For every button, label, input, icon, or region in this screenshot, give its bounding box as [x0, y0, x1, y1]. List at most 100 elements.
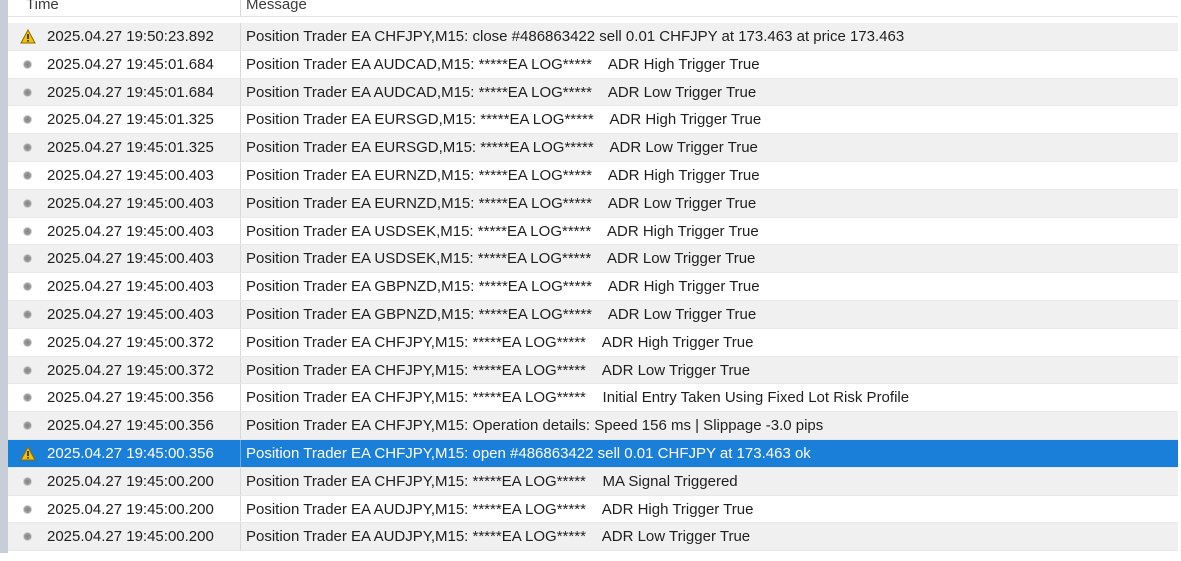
log-time: 2025.04.27 19:45:01.684 — [47, 83, 214, 101]
log-time: 2025.04.27 19:45:00.403 — [47, 278, 214, 296]
log-time: 2025.04.27 19:45:00.372 — [47, 361, 214, 379]
log-time: 2025.04.27 19:45:00.403 — [47, 222, 214, 240]
log-time: 2025.04.27 19:45:01.684 — [47, 55, 214, 73]
log-message: Position Trader EA AUDJPY,M15: *****EA L… — [246, 528, 751, 546]
info-dot-icon — [20, 307, 36, 323]
cell-divider — [240, 439, 241, 467]
column-header: Time Message — [8, 0, 1178, 17]
info-dot-icon — [20, 168, 36, 184]
log-time: 2025.04.27 19:45:01.325 — [47, 111, 214, 129]
log-entries-list: 2025.04.27 19:50:23.892 Position Trader E… — [8, 23, 1178, 552]
cell-divider — [240, 467, 241, 495]
log-time: 2025.04.27 19:45:00.200 — [47, 472, 214, 490]
log-message: Position Trader EA GBPNZD,M15: *****EA L… — [246, 305, 757, 323]
log-row[interactable]: 2025.04.27 19:45:00.372 Position Trader E… — [8, 328, 1178, 357]
log-row[interactable]: 2025.04.27 19:45:00.403 Position Trader E… — [8, 217, 1178, 246]
log-row[interactable]: 2025.04.27 19:45:00.403 Position Trader E… — [8, 273, 1178, 301]
info-dot-icon — [20, 140, 36, 156]
info-dot-icon — [20, 112, 36, 128]
log-message: Position Trader EA AUDCAD,M15: *****EA L… — [246, 55, 760, 73]
info-dot-icon — [20, 279, 36, 295]
log-row[interactable]: 2025.04.27 19:45:00.403 Position Trader E… — [8, 161, 1178, 190]
log-message: Position Trader EA CHFJPY,M15: *****EA L… — [246, 333, 754, 351]
log-message: Position Trader EA CHFJPY,M15: *****EA L… — [246, 472, 738, 490]
log-time: 2025.04.27 19:45:00.403 — [47, 166, 214, 184]
warning-icon — [20, 445, 36, 462]
warning-icon — [20, 29, 36, 45]
log-row[interactable]: 2025.04.27 19:45:00.403 Position Trader E… — [8, 300, 1178, 329]
log-row[interactable]: 2025.04.27 19:45:00.356 Position Trader E… — [8, 412, 1178, 440]
cell-divider — [240, 78, 241, 106]
column-header-message[interactable]: Message — [246, 0, 307, 13]
cell-divider — [240, 245, 241, 273]
log-row[interactable]: 2025.04.27 19:45:01.325 Position Trader E… — [8, 106, 1178, 135]
log-row[interactable]: 2025.04.27 19:45:00.403 Position Trader E… — [8, 189, 1178, 218]
log-time: 2025.04.27 19:50:23.892 — [47, 28, 214, 45]
log-message: Position Trader EA EURNZD,M15: *****EA L… — [246, 166, 760, 184]
log-row[interactable]: 2025.04.27 19:45:00.356 Position Trader E… — [8, 384, 1178, 413]
info-dot-icon — [20, 335, 36, 351]
column-divider[interactable] — [240, 0, 241, 16]
log-time: 2025.04.27 19:45:00.356 — [47, 417, 214, 435]
log-message: Position Trader EA EURSGD,M15: *****EA L… — [246, 139, 758, 157]
info-dot-icon — [20, 224, 36, 240]
log-row[interactable]: 2025.04.27 19:45:01.325 Position Trader E… — [8, 134, 1178, 162]
cell-divider — [240, 412, 241, 439]
log-time: 2025.04.27 19:45:01.325 — [47, 139, 214, 157]
log-message: Position Trader EA CHFJPY,M15: Operation… — [246, 417, 824, 435]
log-time: 2025.04.27 19:45:00.403 — [47, 250, 214, 268]
log-row[interactable]: 2025.04.27 19:45:00.356 Position Trader E… — [8, 439, 1178, 468]
log-message: Position Trader EA EURSGD,M15: *****EA L… — [246, 111, 762, 129]
log-time: 2025.04.27 19:45:00.200 — [47, 500, 214, 518]
log-message: Position Trader EA AUDCAD,M15: *****EA L… — [246, 83, 757, 101]
info-dot-icon — [20, 418, 36, 434]
log-time: 2025.04.27 19:45:00.356 — [47, 389, 214, 407]
log-row[interactable]: 2025.04.27 19:50:23.892 Position Trader E… — [8, 23, 1178, 51]
log-time: 2025.04.27 19:45:00.403 — [47, 305, 214, 323]
info-dot-icon — [20, 196, 36, 212]
cell-divider — [240, 384, 241, 412]
cell-divider — [240, 23, 241, 50]
log-message: Position Trader EA CHFJPY,M15: close #48… — [246, 28, 905, 45]
log-message: Position Trader EA CHFJPY,M15: *****EA L… — [246, 361, 751, 379]
info-dot-icon — [20, 363, 36, 379]
info-dot-icon — [20, 85, 36, 101]
log-row[interactable]: 2025.04.27 19:45:00.200 Position Trader E… — [8, 467, 1178, 496]
cell-divider — [240, 328, 241, 356]
log-message: Position Trader EA CHFJPY,M15: open #486… — [246, 444, 811, 462]
info-dot-icon — [20, 502, 36, 518]
log-row[interactable]: 2025.04.27 19:45:00.372 Position Trader E… — [8, 356, 1178, 385]
log-time: 2025.04.27 19:45:00.200 — [47, 528, 214, 546]
log-row[interactable]: 2025.04.27 19:45:00.200 Position Trader E… — [8, 495, 1178, 524]
cell-divider — [240, 189, 241, 217]
info-dot-icon — [20, 390, 36, 406]
log-message: Position Trader EA USDSEK,M15: *****EA L… — [246, 250, 756, 268]
log-row[interactable]: 2025.04.27 19:45:01.684 Position Trader E… — [8, 78, 1178, 107]
log-message: Position Trader EA GBPNZD,M15: *****EA L… — [246, 278, 760, 296]
info-dot-icon — [20, 57, 36, 73]
cell-divider — [240, 495, 241, 523]
info-dot-icon — [20, 251, 36, 267]
column-header-time[interactable]: Time — [26, 0, 59, 13]
journal-log-panel: Time Message 2025.04.27 19:50:23.892 Posi… — [8, 0, 1178, 553]
panel-left-edge — [0, 0, 8, 553]
log-time: 2025.04.27 19:45:00.403 — [47, 194, 214, 212]
cell-divider — [240, 273, 241, 300]
log-row[interactable]: 2025.04.27 19:45:01.684 Position Trader E… — [8, 50, 1178, 79]
log-row[interactable]: 2025.04.27 19:45:00.403 Position Trader E… — [8, 245, 1178, 274]
cell-divider — [240, 217, 241, 245]
log-message: Position Trader EA CHFJPY,M15: *****EA L… — [246, 389, 910, 407]
log-time: 2025.04.27 19:45:00.372 — [47, 333, 214, 351]
log-message: Position Trader EA AUDJPY,M15: *****EA L… — [246, 500, 754, 518]
log-message: Position Trader EA USDSEK,M15: *****EA L… — [246, 222, 759, 240]
cell-divider — [240, 106, 241, 134]
info-dot-icon — [20, 474, 36, 490]
log-row[interactable]: 2025.04.27 19:45:00.200 Position Trader E… — [8, 523, 1178, 552]
cell-divider — [240, 161, 241, 189]
cell-divider — [240, 523, 241, 551]
info-dot-icon — [20, 529, 36, 545]
cell-divider — [240, 134, 241, 161]
log-time: 2025.04.27 19:45:00.356 — [47, 444, 214, 462]
cell-divider — [240, 50, 241, 78]
cell-divider — [240, 356, 241, 384]
